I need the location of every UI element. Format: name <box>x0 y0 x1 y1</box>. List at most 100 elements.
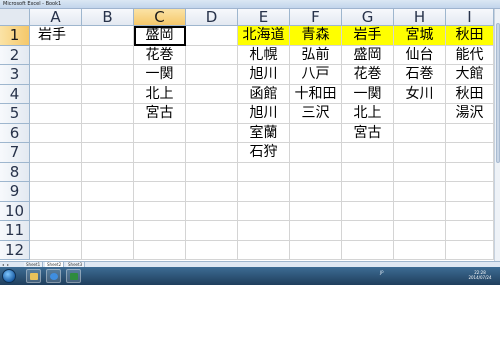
cell-d12[interactable] <box>186 240 238 260</box>
cell-b9[interactable] <box>82 182 134 202</box>
cell-h7[interactable] <box>394 143 446 163</box>
cell-c12[interactable] <box>134 240 186 260</box>
cell-c3[interactable]: 一関 <box>134 65 186 85</box>
cell-h2[interactable]: 仙台 <box>394 45 446 65</box>
cell-c1[interactable]: 盛岡 <box>134 26 186 46</box>
cell-b4[interactable] <box>82 84 134 104</box>
row-header-6[interactable]: 6 <box>0 123 30 143</box>
cell-d11[interactable] <box>186 221 238 241</box>
row-header-2[interactable]: 2 <box>0 45 30 65</box>
cell-d2[interactable] <box>186 45 238 65</box>
tray-language[interactable]: JP <box>380 270 384 282</box>
cell-g6[interactable]: 宮古 <box>342 123 394 143</box>
cell-d3[interactable] <box>186 65 238 85</box>
cell-c5[interactable]: 宮古 <box>134 104 186 124</box>
cell-h10[interactable] <box>394 201 446 221</box>
cell-i2[interactable]: 能代 <box>446 45 494 65</box>
cell-i3[interactable]: 大館 <box>446 65 494 85</box>
cell-a3[interactable] <box>30 65 82 85</box>
cell-a8[interactable] <box>30 162 82 182</box>
column-header-d[interactable]: D <box>186 9 238 26</box>
row-header-10[interactable]: 10 <box>0 201 30 221</box>
cell-i4[interactable]: 秋田 <box>446 84 494 104</box>
cell-b8[interactable] <box>82 162 134 182</box>
select-all-corner[interactable] <box>0 9 30 26</box>
cell-a7[interactable] <box>30 143 82 163</box>
cell-g8[interactable] <box>342 162 394 182</box>
cell-c4[interactable]: 北上 <box>134 84 186 104</box>
cell-b12[interactable] <box>82 240 134 260</box>
cell-h5[interactable] <box>394 104 446 124</box>
cell-i12[interactable] <box>446 240 494 260</box>
cell-e8[interactable] <box>238 162 290 182</box>
cell-b10[interactable] <box>82 201 134 221</box>
cell-b3[interactable] <box>82 65 134 85</box>
cell-e5[interactable]: 旭川 <box>238 104 290 124</box>
cell-a2[interactable] <box>30 45 82 65</box>
cell-d9[interactable] <box>186 182 238 202</box>
cell-b2[interactable] <box>82 45 134 65</box>
column-header-f[interactable]: F <box>290 9 342 26</box>
cell-c7[interactable] <box>134 143 186 163</box>
column-header-g[interactable]: G <box>342 9 394 26</box>
cell-e6[interactable]: 室蘭 <box>238 123 290 143</box>
cell-i6[interactable] <box>446 123 494 143</box>
row-header-3[interactable]: 3 <box>0 65 30 85</box>
cell-f11[interactable] <box>290 221 342 241</box>
cell-d4[interactable] <box>186 84 238 104</box>
cell-h4[interactable]: 女川 <box>394 84 446 104</box>
cell-b7[interactable] <box>82 143 134 163</box>
cell-g12[interactable] <box>342 240 394 260</box>
clock[interactable]: 22:28 2014/07/24 <box>465 270 495 280</box>
cell-h6[interactable] <box>394 123 446 143</box>
column-header-c[interactable]: C <box>134 9 186 26</box>
cell-c8[interactable] <box>134 162 186 182</box>
cell-a11[interactable] <box>30 221 82 241</box>
row-header-1[interactable]: 1 <box>0 26 30 46</box>
cell-e7[interactable]: 石狩 <box>238 143 290 163</box>
cell-d7[interactable] <box>186 143 238 163</box>
cell-f8[interactable] <box>290 162 342 182</box>
cell-b6[interactable] <box>82 123 134 143</box>
cell-h9[interactable] <box>394 182 446 202</box>
cell-e4[interactable]: 函館 <box>238 84 290 104</box>
cell-d1[interactable] <box>186 26 238 46</box>
cell-g3[interactable]: 花巻 <box>342 65 394 85</box>
row-header-11[interactable]: 11 <box>0 221 30 241</box>
cell-a6[interactable] <box>30 123 82 143</box>
cell-g1[interactable]: 岩手 <box>342 26 394 46</box>
cell-c11[interactable] <box>134 221 186 241</box>
cell-h8[interactable] <box>394 162 446 182</box>
cell-e12[interactable] <box>238 240 290 260</box>
column-header-e[interactable]: E <box>238 9 290 26</box>
cell-i8[interactable] <box>446 162 494 182</box>
excel-icon[interactable] <box>66 269 81 283</box>
cell-f7[interactable] <box>290 143 342 163</box>
cell-c2[interactable]: 花巻 <box>134 45 186 65</box>
cell-g9[interactable] <box>342 182 394 202</box>
cell-c6[interactable] <box>134 123 186 143</box>
row-header-9[interactable]: 9 <box>0 182 30 202</box>
cell-a9[interactable] <box>30 182 82 202</box>
cell-i11[interactable] <box>446 221 494 241</box>
cell-i7[interactable] <box>446 143 494 163</box>
cell-a12[interactable] <box>30 240 82 260</box>
cell-e11[interactable] <box>238 221 290 241</box>
cell-d5[interactable] <box>186 104 238 124</box>
cell-f6[interactable] <box>290 123 342 143</box>
cell-h1[interactable]: 宮城 <box>394 26 446 46</box>
cell-d10[interactable] <box>186 201 238 221</box>
column-header-b[interactable]: B <box>82 9 134 26</box>
row-header-12[interactable]: 12 <box>0 240 30 260</box>
row-header-8[interactable]: 8 <box>0 162 30 182</box>
column-header-h[interactable]: H <box>394 9 446 26</box>
scrollbar-thumb[interactable] <box>496 23 500 163</box>
cell-g7[interactable] <box>342 143 394 163</box>
cell-e1[interactable]: 北海道 <box>238 26 290 46</box>
cell-g10[interactable] <box>342 201 394 221</box>
vertical-scrollbar[interactable] <box>494 9 500 261</box>
cell-d8[interactable] <box>186 162 238 182</box>
explorer-icon[interactable] <box>26 269 41 283</box>
column-header-a[interactable]: A <box>30 9 82 26</box>
cell-a4[interactable] <box>30 84 82 104</box>
